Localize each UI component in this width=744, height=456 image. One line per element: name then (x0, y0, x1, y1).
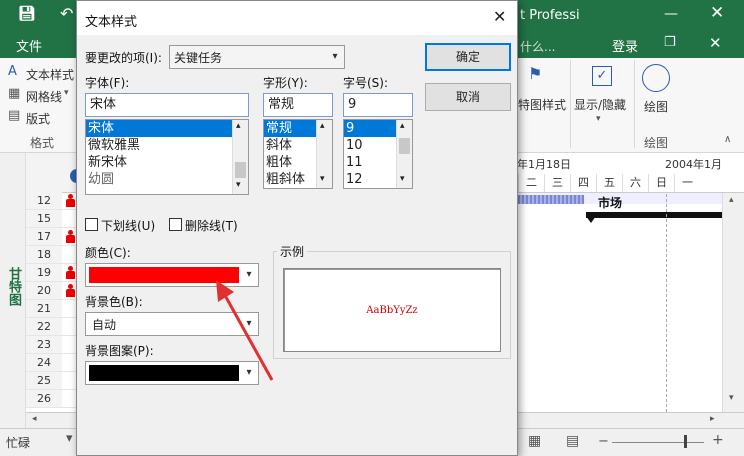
annotation-arrow (216, 280, 274, 381)
arrow-head (216, 280, 234, 302)
arrow-shaft (220, 289, 274, 381)
